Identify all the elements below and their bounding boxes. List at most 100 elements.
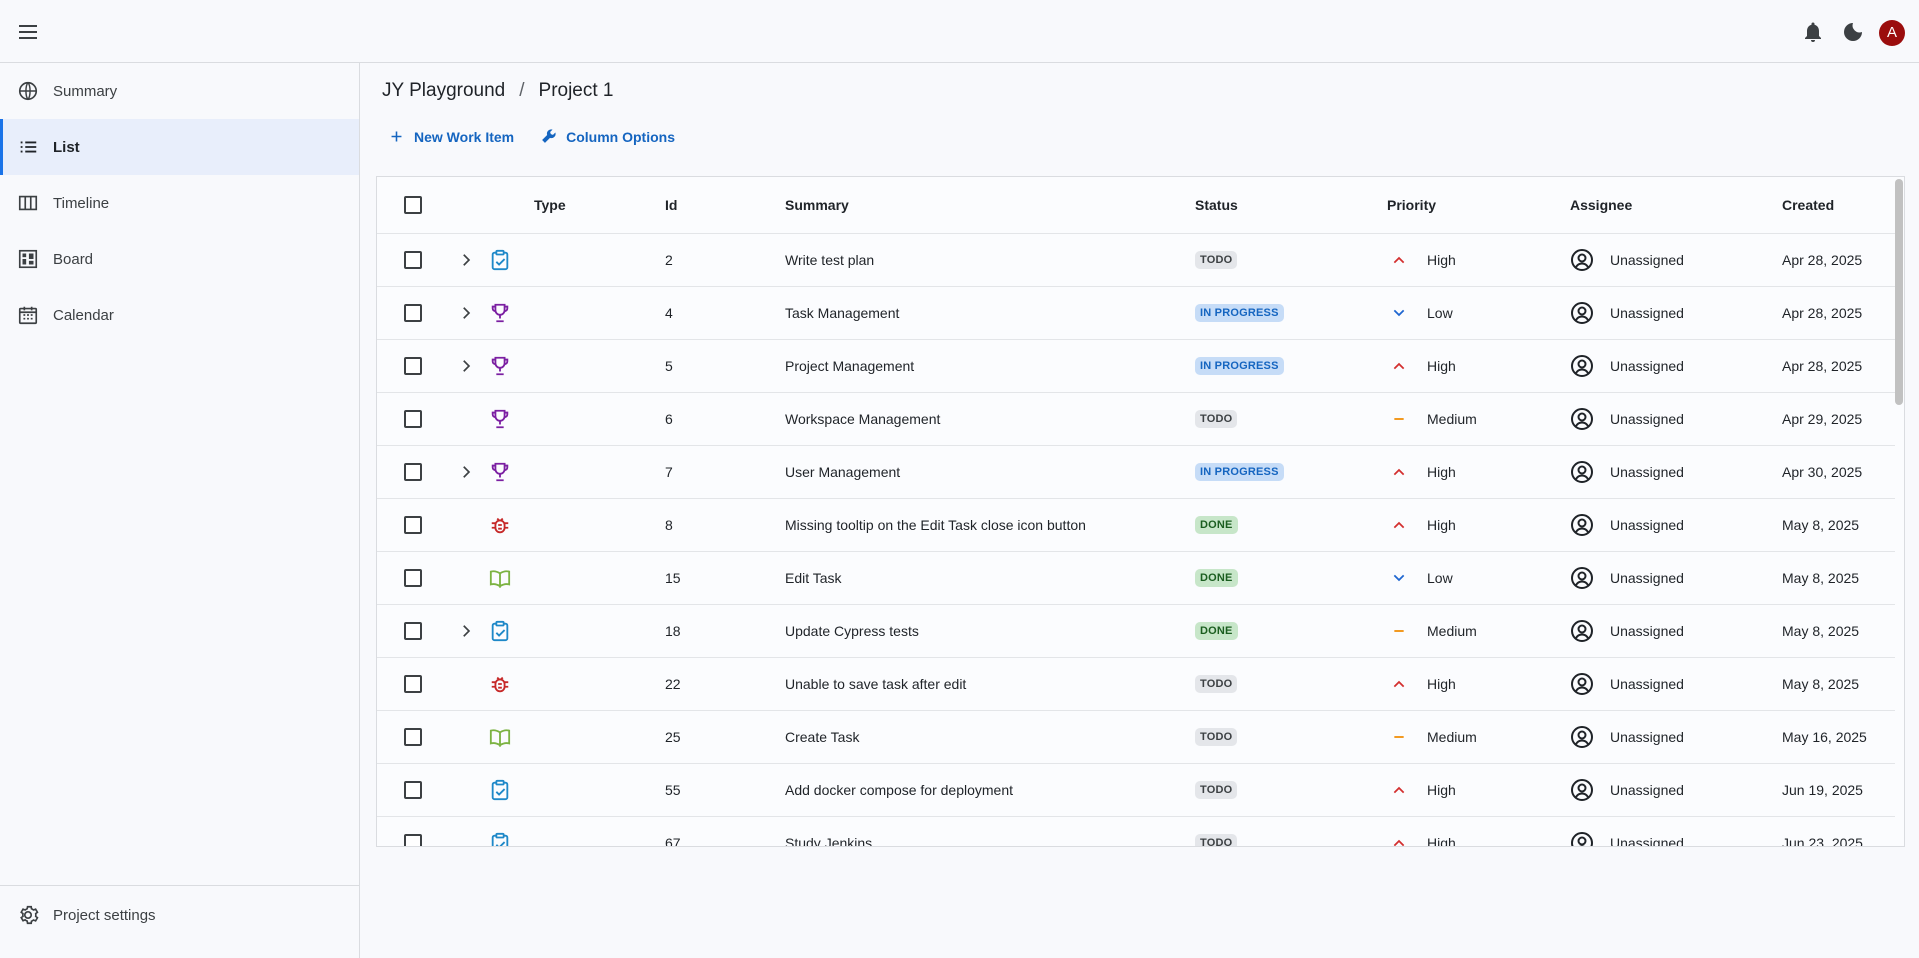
row-checkbox[interactable] bbox=[404, 410, 422, 428]
row-assignee[interactable]: Unassigned bbox=[1610, 552, 1684, 604]
table-row[interactable]: 55 Add docker compose for deployment TOD… bbox=[377, 764, 1895, 817]
row-summary[interactable]: Create Task bbox=[785, 711, 859, 763]
row-priority[interactable]: High bbox=[1427, 764, 1456, 816]
row-priority[interactable]: High bbox=[1427, 446, 1456, 498]
row-priority[interactable]: Medium bbox=[1427, 605, 1477, 657]
row-summary[interactable]: Project Management bbox=[785, 340, 914, 392]
table-row[interactable]: 18 Update Cypress tests DONE Medium Unas… bbox=[377, 605, 1895, 658]
status-badge[interactable]: TODO bbox=[1195, 251, 1238, 269]
status-badge[interactable]: TODO bbox=[1195, 410, 1238, 428]
row-checkbox[interactable] bbox=[404, 622, 422, 640]
sidebar-item-summary[interactable]: Summary bbox=[0, 63, 359, 119]
status-badge[interactable]: IN PROGRESS bbox=[1195, 357, 1284, 375]
row-assignee[interactable]: Unassigned bbox=[1610, 340, 1684, 392]
column-header-assignee[interactable]: Assignee bbox=[1570, 177, 1632, 233]
row-assignee[interactable]: Unassigned bbox=[1610, 764, 1684, 816]
row-priority[interactable]: High bbox=[1427, 234, 1456, 286]
row-summary[interactable]: Missing tooltip on the Edit Task close i… bbox=[785, 499, 1086, 551]
expand-chevron-icon[interactable] bbox=[457, 605, 475, 657]
sidebar-item-timeline[interactable]: Timeline bbox=[0, 175, 359, 231]
row-priority[interactable]: High bbox=[1427, 499, 1456, 551]
row-assignee[interactable]: Unassigned bbox=[1610, 817, 1684, 846]
row-checkbox[interactable] bbox=[404, 781, 422, 799]
row-summary[interactable]: Workspace Management bbox=[785, 393, 940, 445]
table-row[interactable]: 5 Project Management IN PROGRESS High Un… bbox=[377, 340, 1895, 393]
select-all-checkbox[interactable] bbox=[404, 196, 422, 214]
table-row[interactable]: 22 Unable to save task after edit TODO H… bbox=[377, 658, 1895, 711]
row-priority[interactable]: Low bbox=[1427, 287, 1453, 339]
status-badge[interactable]: TODO bbox=[1195, 675, 1238, 693]
table-row[interactable]: 6 Workspace Management TODO Medium Unass… bbox=[377, 393, 1895, 446]
row-assignee[interactable]: Unassigned bbox=[1610, 658, 1684, 710]
row-assignee[interactable]: Unassigned bbox=[1610, 446, 1684, 498]
row-summary[interactable]: Task Management bbox=[785, 287, 899, 339]
hamburger-menu-icon[interactable] bbox=[16, 20, 40, 44]
row-checkbox[interactable] bbox=[404, 251, 422, 269]
table-scrollbar[interactable] bbox=[1895, 179, 1903, 405]
expand-chevron-icon[interactable] bbox=[457, 287, 475, 339]
status-badge[interactable]: DONE bbox=[1195, 516, 1238, 534]
status-badge[interactable]: TODO bbox=[1195, 728, 1238, 746]
sidebar-item-project-settings[interactable]: Project settings bbox=[0, 887, 359, 943]
table-row[interactable]: 67 Study Jenkins TODO High Unassigned Ju… bbox=[377, 817, 1895, 846]
row-checkbox[interactable] bbox=[404, 834, 422, 846]
column-header-type[interactable]: Type bbox=[534, 177, 566, 233]
row-priority[interactable]: High bbox=[1427, 658, 1456, 710]
table-row[interactable]: 8 Missing tooltip on the Edit Task close… bbox=[377, 499, 1895, 552]
breadcrumb-workspace[interactable]: JY Playground bbox=[382, 80, 505, 102]
gear-icon bbox=[20, 905, 39, 925]
sidebar-item-list[interactable]: List bbox=[0, 119, 359, 175]
status-badge[interactable]: TODO bbox=[1195, 781, 1238, 799]
new-work-item-button[interactable]: New Work Item bbox=[388, 128, 514, 145]
expand-chevron-icon[interactable] bbox=[457, 340, 475, 392]
row-summary[interactable]: Edit Task bbox=[785, 552, 842, 604]
notification-bell-icon[interactable] bbox=[1801, 20, 1825, 44]
row-assignee[interactable]: Unassigned bbox=[1610, 711, 1684, 763]
row-checkbox[interactable] bbox=[404, 304, 422, 322]
status-badge[interactable]: DONE bbox=[1195, 622, 1238, 640]
sidebar-item-board[interactable]: Board bbox=[0, 231, 359, 287]
row-checkbox[interactable] bbox=[404, 463, 422, 481]
column-header-status[interactable]: Status bbox=[1195, 177, 1238, 233]
column-header-summary[interactable]: Summary bbox=[785, 177, 849, 233]
column-header-created[interactable]: Created bbox=[1782, 177, 1834, 233]
column-header-priority[interactable]: Priority bbox=[1387, 177, 1436, 233]
row-checkbox[interactable] bbox=[404, 516, 422, 534]
column-options-button[interactable]: Column Options bbox=[540, 128, 675, 145]
table-row[interactable]: 25 Create Task TODO Medium Unassigned Ma… bbox=[377, 711, 1895, 764]
row-summary[interactable]: User Management bbox=[785, 446, 900, 498]
table-row[interactable]: 4 Task Management IN PROGRESS Low Unassi… bbox=[377, 287, 1895, 340]
row-priority[interactable]: Low bbox=[1427, 552, 1453, 604]
column-header-id[interactable]: Id bbox=[665, 177, 677, 233]
row-assignee[interactable]: Unassigned bbox=[1610, 499, 1684, 551]
row-assignee[interactable]: Unassigned bbox=[1610, 393, 1684, 445]
row-checkbox[interactable] bbox=[404, 357, 422, 375]
table-row[interactable]: 15 Edit Task DONE Low Unassigned May 8, … bbox=[377, 552, 1895, 605]
row-priority[interactable]: High bbox=[1427, 340, 1456, 392]
row-priority[interactable]: Medium bbox=[1427, 393, 1477, 445]
status-badge[interactable]: TODO bbox=[1195, 834, 1238, 846]
row-assignee[interactable]: Unassigned bbox=[1610, 605, 1684, 657]
row-summary[interactable]: Study Jenkins bbox=[785, 817, 872, 846]
row-priority[interactable]: High bbox=[1427, 817, 1456, 846]
expand-chevron-icon[interactable] bbox=[457, 234, 475, 286]
row-checkbox[interactable] bbox=[404, 569, 422, 587]
row-checkbox[interactable] bbox=[404, 728, 422, 746]
row-summary[interactable]: Unable to save task after edit bbox=[785, 658, 966, 710]
status-badge[interactable]: IN PROGRESS bbox=[1195, 304, 1284, 322]
row-assignee[interactable]: Unassigned bbox=[1610, 287, 1684, 339]
dark-mode-moon-icon[interactable] bbox=[1841, 20, 1865, 44]
row-summary[interactable]: Write test plan bbox=[785, 234, 874, 286]
table-row[interactable]: 7 User Management IN PROGRESS High Unass… bbox=[377, 446, 1895, 499]
row-summary[interactable]: Add docker compose for deployment bbox=[785, 764, 1013, 816]
row-checkbox[interactable] bbox=[404, 675, 422, 693]
expand-chevron-icon[interactable] bbox=[457, 446, 475, 498]
sidebar-item-calendar[interactable]: Calendar bbox=[0, 287, 359, 343]
table-row[interactable]: 2 Write test plan TODO High Unassigned A… bbox=[377, 234, 1895, 287]
status-badge[interactable]: IN PROGRESS bbox=[1195, 463, 1284, 481]
user-avatar[interactable]: A bbox=[1879, 20, 1905, 46]
row-assignee[interactable]: Unassigned bbox=[1610, 234, 1684, 286]
status-badge[interactable]: DONE bbox=[1195, 569, 1238, 587]
row-priority[interactable]: Medium bbox=[1427, 711, 1477, 763]
row-summary[interactable]: Update Cypress tests bbox=[785, 605, 919, 657]
